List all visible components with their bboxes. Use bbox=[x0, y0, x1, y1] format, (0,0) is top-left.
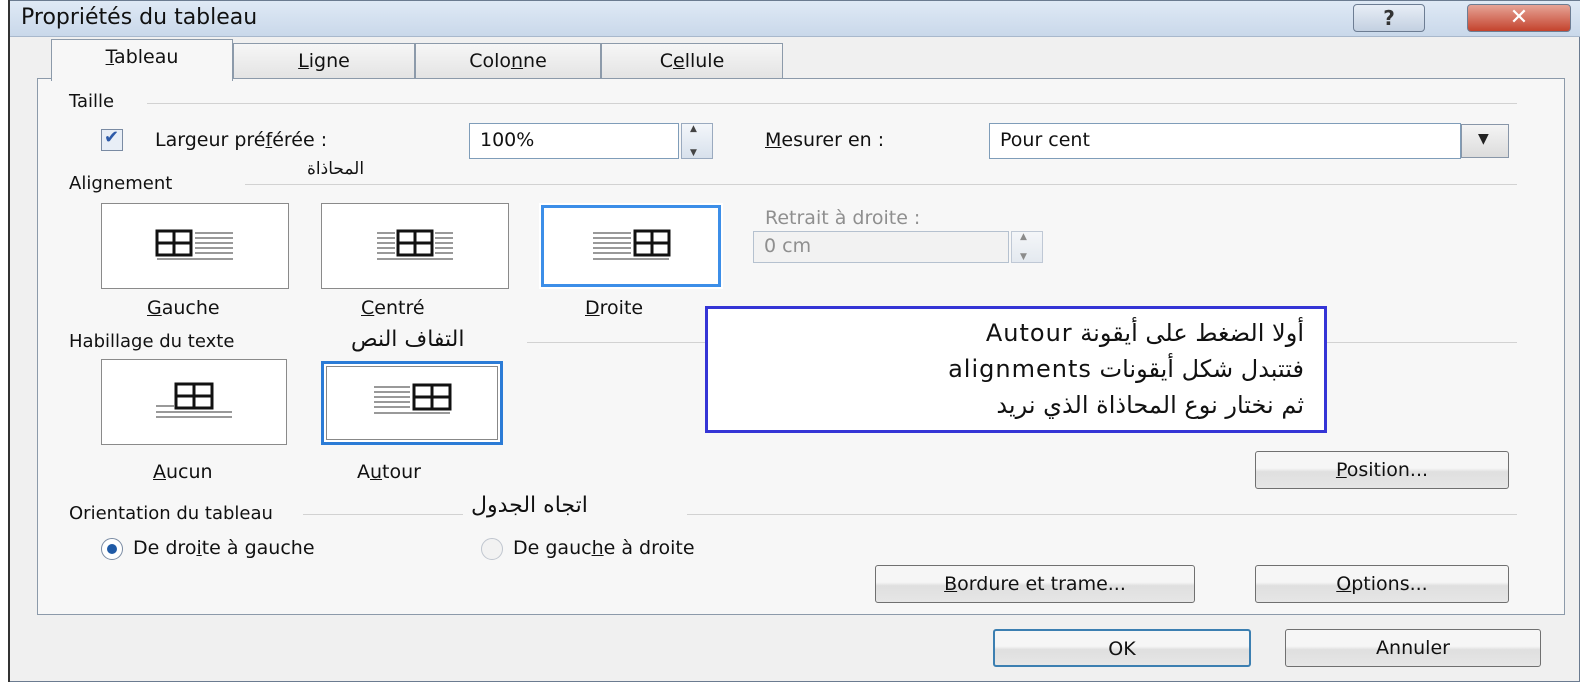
title-bar[interactable]: Propriétés du tableau ? ✕ bbox=[1, 1, 1580, 37]
wrap-around-label: Autour bbox=[357, 461, 421, 483]
rtl-radio[interactable] bbox=[101, 538, 123, 560]
rtl-label: De droite à gauche bbox=[133, 537, 315, 559]
alignment-arabic-note: المحاذاة bbox=[307, 159, 365, 179]
section-divider bbox=[527, 342, 707, 343]
measure-select[interactable]: Pour cent bbox=[989, 123, 1461, 159]
wrap-around-icon bbox=[374, 383, 452, 414]
wrapping-heading: Habillage du texte bbox=[69, 331, 235, 352]
dialog-title: Propriétés du tableau bbox=[21, 5, 258, 30]
ltr-label: De gauche à droite bbox=[513, 537, 695, 559]
wrap-none-label: Aucun bbox=[153, 461, 213, 483]
tab-tableau[interactable]: Tableau bbox=[51, 39, 233, 81]
wrap-none-icon bbox=[156, 382, 232, 418]
position-button[interactable]: Position... bbox=[1255, 451, 1509, 489]
measure-label: Mesurer en : bbox=[765, 129, 885, 151]
orientation-heading: Orientation du tableau bbox=[69, 503, 273, 524]
section-divider bbox=[303, 514, 463, 515]
ok-button[interactable]: OK bbox=[993, 629, 1251, 667]
borders-shading-button[interactable]: Bordure et trame... bbox=[875, 565, 1195, 603]
tab-cellule[interactable]: Cellule bbox=[601, 43, 783, 79]
chevron-down-icon[interactable] bbox=[1461, 124, 1509, 158]
callout-line-3: ثم نختار نوع المحاذاة الذي نريد bbox=[996, 391, 1304, 419]
section-divider bbox=[147, 103, 1517, 104]
align-right-icon bbox=[593, 229, 671, 260]
window-left-edge bbox=[0, 0, 10, 682]
annotation-callout: أولا الضغط على أيقونة Autour فتتبدل شكل … bbox=[705, 306, 1327, 433]
width-spinner[interactable] bbox=[681, 123, 713, 159]
align-right-label: Droite bbox=[585, 297, 644, 319]
dialog-window: Propriétés du tableau ? ✕ Tableau Ligne … bbox=[0, 0, 1580, 682]
tab-ligne[interactable]: Ligne bbox=[233, 43, 415, 79]
callout-line-1: أولا الضغط على أيقونة Autour bbox=[985, 319, 1304, 347]
callout-line-2: فتتبدل شكل أيقونات alignments bbox=[948, 355, 1304, 383]
section-divider bbox=[245, 184, 1517, 185]
size-heading: Taille bbox=[69, 91, 115, 112]
close-button[interactable]: ✕ bbox=[1467, 4, 1571, 32]
width-input[interactable]: 100% bbox=[469, 123, 679, 159]
preferred-width-checkbox[interactable] bbox=[101, 127, 123, 151]
section-divider bbox=[1327, 342, 1517, 343]
wrapping-arabic-note: التفاف النص bbox=[351, 327, 465, 352]
cancel-button[interactable]: Annuler bbox=[1285, 629, 1541, 667]
tab-colonne[interactable]: Colonne bbox=[415, 43, 601, 79]
close-icon: ✕ bbox=[1509, 5, 1529, 30]
preferred-width-label: Largeur préférée : bbox=[155, 129, 328, 151]
align-center-label: Centré bbox=[361, 297, 425, 319]
align-left-tile[interactable] bbox=[101, 203, 289, 289]
indent-label: Retrait à droite : bbox=[765, 207, 921, 229]
ltr-radio[interactable] bbox=[481, 538, 503, 560]
wrap-around-tile[interactable] bbox=[321, 361, 503, 445]
section-divider bbox=[687, 514, 1517, 515]
align-left-label: Gauche bbox=[147, 297, 220, 319]
indent-spinner[interactable] bbox=[1011, 231, 1043, 263]
align-right-tile[interactable] bbox=[539, 203, 723, 289]
align-center-tile[interactable] bbox=[321, 203, 509, 289]
options-button[interactable]: Options... bbox=[1255, 565, 1509, 603]
alignment-heading: Alignement bbox=[69, 173, 173, 194]
align-left-icon bbox=[155, 229, 233, 260]
help-icon: ? bbox=[1383, 6, 1395, 30]
align-center-icon bbox=[377, 229, 453, 260]
orientation-arabic-note: اتجاه الجدول bbox=[471, 493, 588, 518]
indent-input[interactable]: 0 cm bbox=[753, 231, 1009, 263]
wrap-none-tile[interactable] bbox=[101, 359, 287, 445]
help-button[interactable]: ? bbox=[1353, 4, 1425, 32]
